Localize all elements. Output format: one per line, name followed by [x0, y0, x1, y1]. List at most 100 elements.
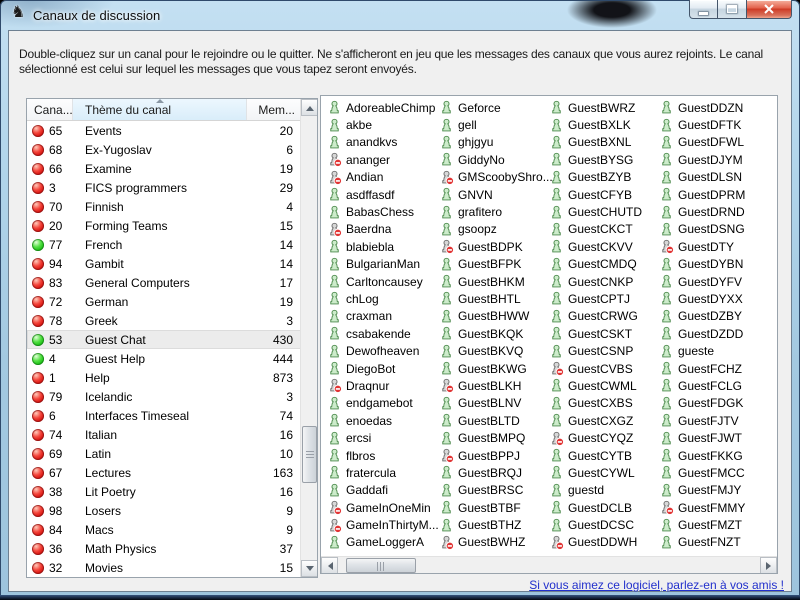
user-list-item[interactable]: GuestCXGZ: [549, 412, 642, 429]
user-list-item[interactable]: Gaddafi: [327, 482, 439, 499]
horizontal-scrollbar-thumb[interactable]: [346, 558, 416, 573]
user-list-item[interactable]: GuestBLNV: [439, 395, 553, 412]
promo-link[interactable]: Si vous aimez ce logiciel, parlez-en à v…: [529, 578, 784, 592]
user-list-item[interactable]: GameLoggerA: [327, 534, 439, 551]
user-list-item[interactable]: grafitero: [439, 203, 553, 220]
channel-row[interactable]: 70Finnish4: [27, 197, 302, 216]
user-list-item[interactable]: GiddyNo: [439, 151, 553, 168]
user-list-item[interactable]: GuestBPPJ: [439, 447, 553, 464]
user-list-item[interactable]: GuestDLSN: [659, 169, 745, 186]
user-list-item[interactable]: GuestCKVV: [549, 238, 642, 255]
user-list-item[interactable]: blabiebla: [327, 238, 439, 255]
user-list-item[interactable]: GuestBTHZ: [439, 516, 553, 533]
user-list-item[interactable]: GuestCVBS: [549, 360, 642, 377]
user-list-item[interactable]: GuestFMZT: [659, 516, 745, 533]
channel-row[interactable]: 4Guest Help444: [27, 349, 302, 368]
user-list-item[interactable]: GuestDFWL: [659, 134, 745, 151]
users-horizontal-scrollbar[interactable]: [321, 556, 777, 573]
user-list-item[interactable]: GuestBWRZ: [549, 99, 642, 116]
user-list-item[interactable]: GuestCNKP: [549, 273, 642, 290]
user-list-item[interactable]: GuestDZBY: [659, 308, 745, 325]
user-list-item[interactable]: GuestCYWL: [549, 464, 642, 481]
column-header-theme[interactable]: Thème du canal: [73, 99, 247, 120]
user-list-item[interactable]: GuestBKVQ: [439, 342, 553, 359]
user-list-item[interactable]: GuestBRSC: [439, 482, 553, 499]
user-list-item[interactable]: GuestCPTJ: [549, 290, 642, 307]
channel-row[interactable]: 32Movies15: [27, 558, 302, 577]
user-list-item[interactable]: GuestCHUTD: [549, 203, 642, 220]
user-list-item[interactable]: enoedas: [327, 412, 439, 429]
user-list-item[interactable]: GuestFJWT: [659, 429, 745, 446]
channel-row[interactable]: 94Gambit14: [27, 254, 302, 273]
user-list-item[interactable]: GuestDTY: [659, 238, 745, 255]
user-list-item[interactable]: guestd: [549, 482, 642, 499]
scroll-right-button[interactable]: [760, 557, 777, 574]
channel-row[interactable]: 68Ex-Yugoslav6: [27, 140, 302, 159]
user-list-item[interactable]: GMScoobyShro...: [439, 169, 553, 186]
channel-row[interactable]: 65Events20: [27, 121, 302, 140]
user-list-item[interactable]: GuestDJYM: [659, 151, 745, 168]
user-list-item[interactable]: GuestBLTD: [439, 412, 553, 429]
scroll-down-button[interactable]: [301, 560, 318, 577]
user-list-item[interactable]: GuestFDGK: [659, 395, 745, 412]
maximize-button[interactable]: [718, 0, 747, 19]
user-list-item[interactable]: GuestBYSG: [549, 151, 642, 168]
channels-vertical-scrollbar[interactable]: [300, 99, 317, 577]
channel-row[interactable]: 74Italian16: [27, 425, 302, 444]
channel-row[interactable]: 83General Computers17: [27, 273, 302, 292]
channel-row[interactable]: 84Macs9: [27, 520, 302, 539]
user-list-item[interactable]: csabakende: [327, 325, 439, 342]
user-list-item[interactable]: GuestCFYB: [549, 186, 642, 203]
scroll-left-button[interactable]: [321, 557, 338, 574]
user-list-item[interactable]: GuestFCLG: [659, 377, 745, 394]
user-list-item[interactable]: GuestCKCT: [549, 221, 642, 238]
user-list-item[interactable]: GuestDZDD: [659, 325, 745, 342]
vertical-scrollbar-thumb[interactable]: [302, 426, 317, 483]
user-list-item[interactable]: GuestBMPQ: [439, 429, 553, 446]
user-list-item[interactable]: ghjgyu: [439, 134, 553, 151]
user-list-item[interactable]: craxman: [327, 308, 439, 325]
channel-row[interactable]: 1Help873: [27, 368, 302, 387]
channel-row[interactable]: 6Interfaces Timeseal74: [27, 406, 302, 425]
user-list-item[interactable]: GuestFMCC: [659, 464, 745, 481]
channel-row[interactable]: 72German19: [27, 292, 302, 311]
user-list-item[interactable]: ercsi: [327, 429, 439, 446]
user-list-item[interactable]: GuestDDZN: [659, 99, 745, 116]
user-list-item[interactable]: GuestDPRM: [659, 186, 745, 203]
user-list-item[interactable]: endgamebot: [327, 395, 439, 412]
user-list-item[interactable]: GuestDCSC: [549, 516, 642, 533]
user-list-item[interactable]: gsoopz: [439, 221, 553, 238]
user-list-item[interactable]: GuestDCLB: [549, 499, 642, 516]
user-list-item[interactable]: GuestBHWW: [439, 308, 553, 325]
user-list-item[interactable]: GuestBKQK: [439, 325, 553, 342]
user-list-item[interactable]: GuestBZYB: [549, 169, 642, 186]
user-list-item[interactable]: Dewofheaven: [327, 342, 439, 359]
user-list-item[interactable]: GuestFCHZ: [659, 360, 745, 377]
user-list-item[interactable]: GuestFNZT: [659, 534, 745, 551]
user-list-item[interactable]: GuestBDPK: [439, 238, 553, 255]
user-list-item[interactable]: GuestBRQJ: [439, 464, 553, 481]
channel-row[interactable]: 38Lit Poetry16: [27, 482, 302, 501]
user-list-item[interactable]: GuestDDWH: [549, 534, 642, 551]
user-list-item[interactable]: GuestFKKG: [659, 447, 745, 464]
user-list-item[interactable]: Andian: [327, 169, 439, 186]
user-list-item[interactable]: GuestFMJY: [659, 482, 745, 499]
user-list-item[interactable]: GuestDYXX: [659, 290, 745, 307]
user-list-item[interactable]: AdoreableChimp: [327, 99, 439, 116]
user-list-item[interactable]: Carltoncausey: [327, 273, 439, 290]
user-list-item[interactable]: Draqnur: [327, 377, 439, 394]
channel-row[interactable]: 77French14: [27, 235, 302, 254]
user-list-item[interactable]: gell: [439, 116, 553, 133]
user-list-item[interactable]: GuestCXBS: [549, 395, 642, 412]
minimize-button[interactable]: [689, 0, 718, 19]
scroll-up-button[interactable]: [301, 99, 318, 116]
user-list-item[interactable]: GuestBHKM: [439, 273, 553, 290]
user-list-item[interactable]: BabasChess: [327, 203, 439, 220]
user-list-item[interactable]: fratercula: [327, 464, 439, 481]
user-list-item[interactable]: GuestBKWG: [439, 360, 553, 377]
user-list-item[interactable]: GNVN: [439, 186, 553, 203]
user-list-item[interactable]: Geforce: [439, 99, 553, 116]
channel-row[interactable]: 78Greek3: [27, 311, 302, 330]
user-list-item[interactable]: GuestDFTK: [659, 116, 745, 133]
user-list-item[interactable]: GuestBHTL: [439, 290, 553, 307]
